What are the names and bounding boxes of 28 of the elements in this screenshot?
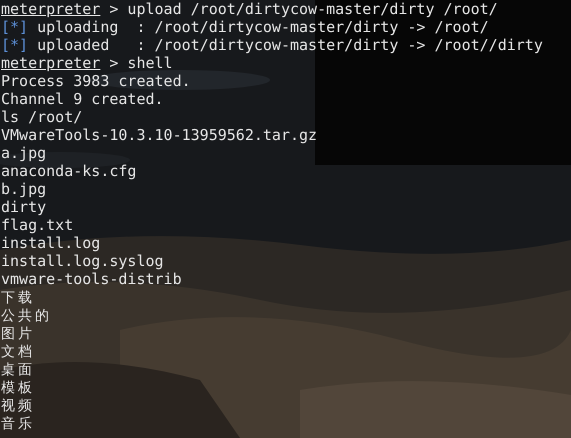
output-text: VMwareTools-10.3.10-13959562.tar.gz <box>1 126 318 144</box>
prompt-label: meterpreter <box>1 54 100 72</box>
output-text: install.log <box>1 234 100 252</box>
folder-name: 文档 <box>1 344 35 360</box>
output-text: anaconda-ks.cfg <box>1 162 136 180</box>
folder-name: 公共的 <box>1 308 52 324</box>
status-text: uploaded : /root/dirtycow-master/dirty -> /root//dirty <box>37 36 543 54</box>
folder-name: 下载 <box>1 290 35 306</box>
command-text: > shell <box>108 54 173 72</box>
folder-name: 视频 <box>1 398 35 414</box>
prompt-label: meterpreter <box>1 0 100 18</box>
output-text: a.jpg <box>1 144 46 162</box>
status-text: uploading : /root/dirtycow-master/dirty -> /root/ <box>37 18 489 36</box>
folder-name: 桌面 <box>1 362 35 378</box>
folder-name: 模板 <box>1 380 35 396</box>
output-text: vmware-tools-distrib <box>1 270 182 288</box>
output-text: install.log.syslog <box>1 252 164 270</box>
output-text: Channel 9 created. <box>1 90 164 108</box>
status-marker: [*] <box>1 36 28 54</box>
status-marker: [*] <box>1 18 28 36</box>
command-text: > upload /root/dirtycow-master/dirty /root/ <box>108 0 498 18</box>
output-text: dirty <box>1 198 46 216</box>
output-text: ls /root/ <box>1 108 82 126</box>
folder-name: 图片 <box>1 326 35 342</box>
output-text: flag.txt <box>1 216 74 234</box>
folder-name: 音乐 <box>1 416 35 432</box>
output-text: b.jpg <box>1 180 46 198</box>
output-text: Process 3983 created. <box>1 72 191 90</box>
